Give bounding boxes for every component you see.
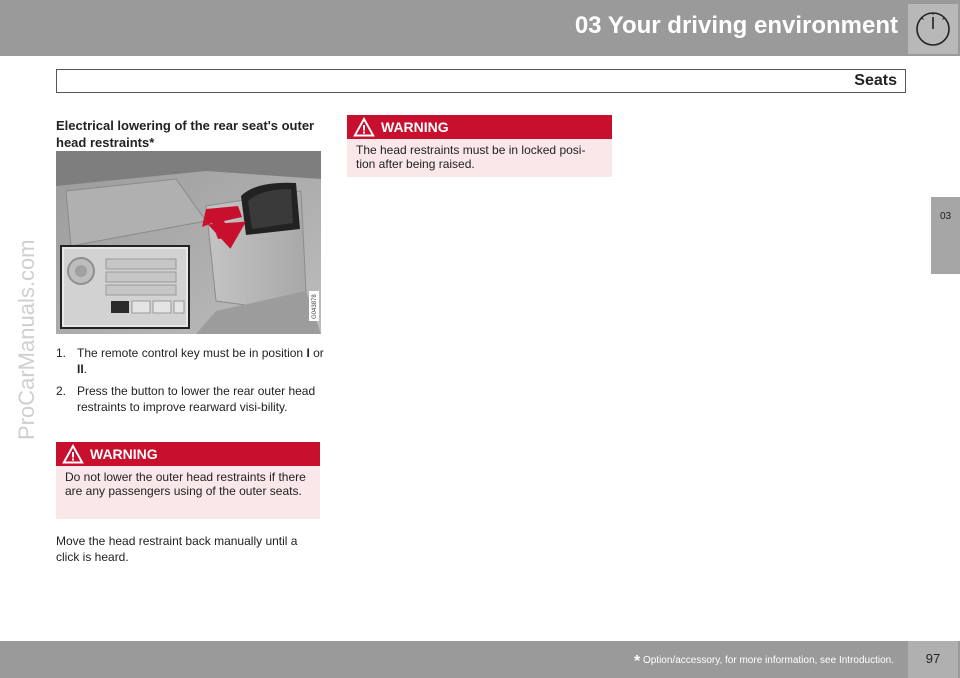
- instruction-steps: 1. The remote control key must be in pos…: [56, 346, 324, 422]
- warning-box: WARNING Do not lower the outer head rest…: [56, 442, 320, 519]
- head-restraint-illustration: G043878: [56, 151, 321, 334]
- footnote-star: *: [633, 653, 641, 670]
- warning-header: WARNING: [347, 115, 612, 139]
- watermark: ProCarManuals.com: [14, 239, 39, 440]
- sub-heading: Electrical lowering of the rear seat's o…: [56, 118, 315, 150]
- section-title: Seats: [854, 72, 897, 89]
- chapter-side-tab-label: 03: [939, 211, 952, 222]
- list-item: 1. The remote control key must be in pos…: [56, 346, 324, 377]
- warning-label: WARNING: [90, 446, 158, 462]
- list-item: 2. Press the button to lower the rear ou…: [56, 384, 324, 415]
- step-text: The remote control key must be in positi…: [77, 346, 307, 360]
- speedometer-icon: [908, 4, 958, 54]
- section-title-box: Seats: [56, 69, 906, 93]
- step-text-end: .: [83, 361, 88, 376]
- footnote-text: Option/accessory, for more information, …: [642, 655, 894, 666]
- chapter-title: 03 Your driving environment: [574, 12, 898, 39]
- body-paragraph: Move the head restraint back manually un…: [56, 534, 298, 564]
- step-number: 1.: [56, 346, 67, 360]
- warning-header: WARNING: [56, 442, 320, 466]
- step-text-or: or: [309, 346, 324, 360]
- step-number: 2.: [56, 384, 67, 398]
- warning-triangle-icon: [353, 117, 375, 137]
- warning-triangle-icon: [62, 444, 84, 464]
- page-number-box: 97: [908, 641, 958, 678]
- key-position-ii: II: [77, 361, 84, 376]
- warning-box: WARNING The head restraints must be in l…: [347, 115, 612, 177]
- warning-text: Do not lower the outer head restraints i…: [65, 470, 306, 498]
- figure-code: G043878: [312, 294, 318, 319]
- page-number: 97: [925, 651, 941, 666]
- warning-label: WARNING: [381, 119, 449, 135]
- step-text: Press the button to lower the rear outer…: [77, 384, 316, 414]
- footnote: * Option/accessory, for more information…: [634, 653, 894, 671]
- chapter-side-tab: 03: [931, 197, 960, 274]
- warning-text: The head restraints must be in locked po…: [356, 143, 586, 171]
